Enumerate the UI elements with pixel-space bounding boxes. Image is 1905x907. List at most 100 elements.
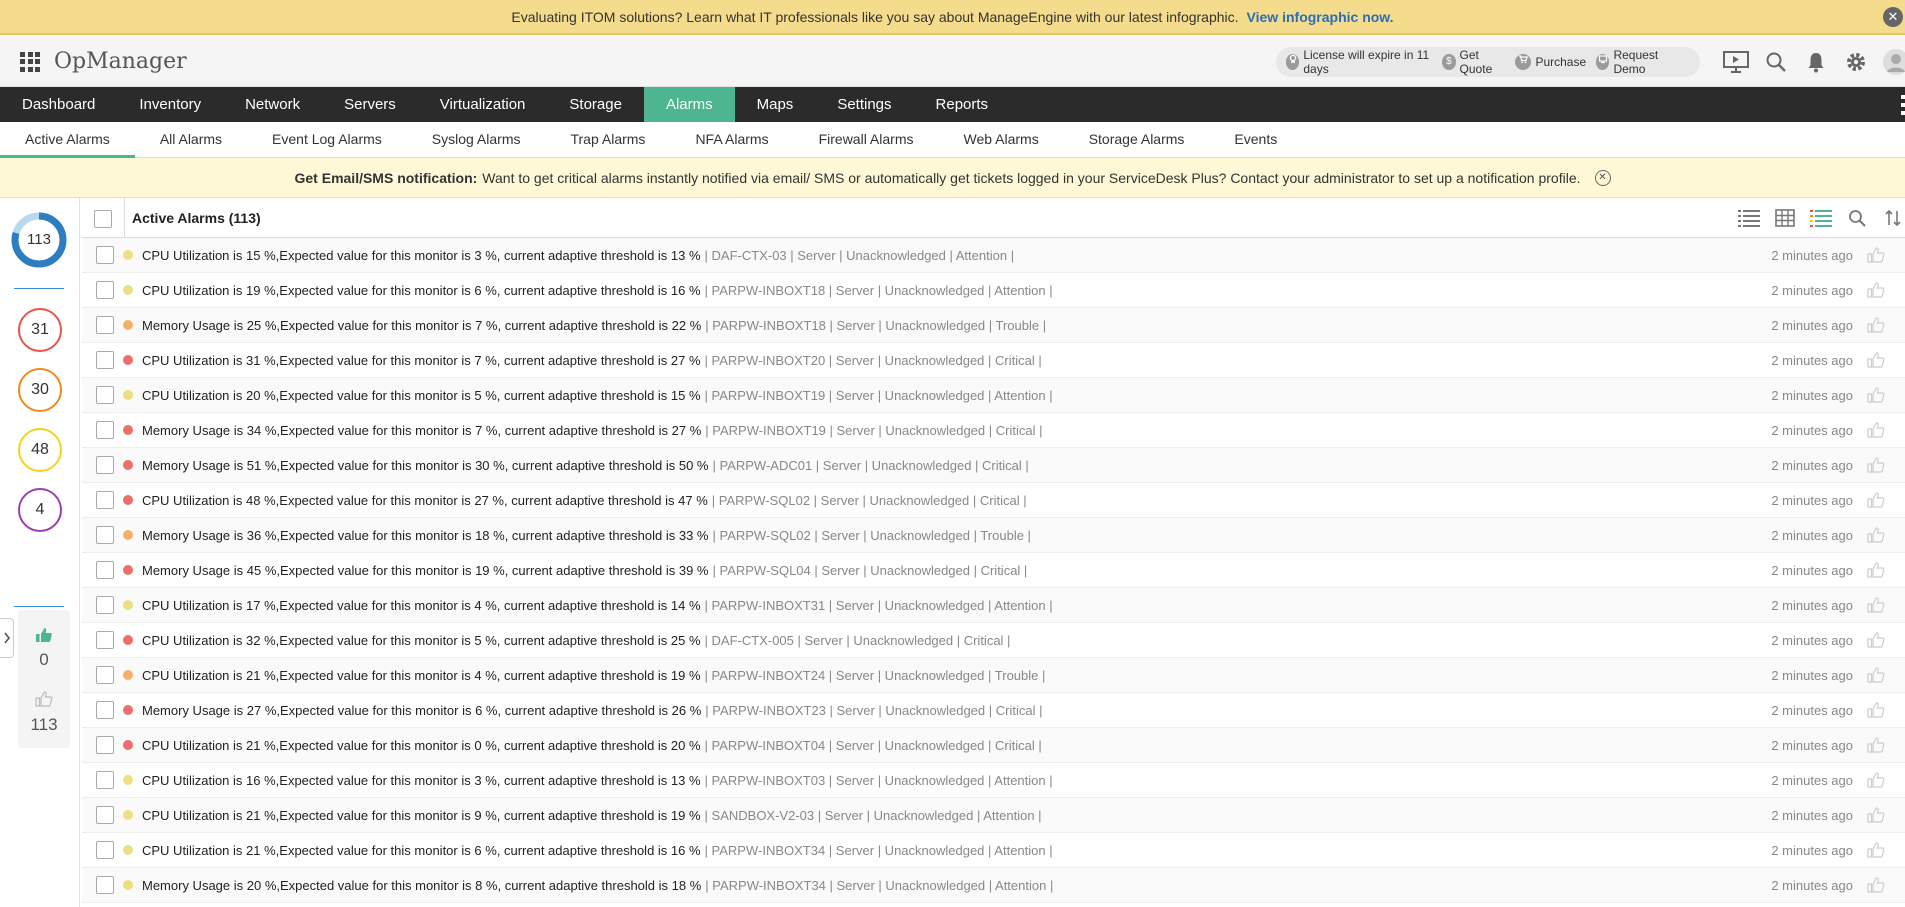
alarm-message[interactable]: CPU Utilization is 21 %,Expected value f…: [142, 808, 701, 823]
nav-inventory[interactable]: Inventory: [117, 87, 223, 122]
total-alarms-ring[interactable]: 113: [11, 212, 67, 268]
severity-trouble[interactable]: 30: [18, 368, 62, 412]
alarm-row[interactable]: Memory Usage is 45 %,Expected value for …: [82, 553, 1905, 588]
user-avatar[interactable]: [1880, 46, 1905, 78]
acknowledge-thumbs-up-icon[interactable]: [1867, 281, 1885, 299]
acknowledge-thumbs-up-icon[interactable]: [1867, 421, 1885, 439]
row-checkbox[interactable]: [96, 316, 114, 334]
gear-icon[interactable]: [1840, 46, 1872, 78]
promo-close-icon[interactable]: ✕: [1883, 7, 1903, 27]
nav-virtualization[interactable]: Virtualization: [418, 87, 548, 122]
row-checkbox[interactable]: [96, 281, 114, 299]
nav-reports[interactable]: Reports: [914, 87, 1011, 122]
alarm-message[interactable]: Memory Usage is 34 %,Expected value for …: [142, 423, 701, 438]
alarm-row[interactable]: CPU Utilization is 31 %,Expected value f…: [82, 343, 1905, 378]
tab-event-log-alarms[interactable]: Event Log Alarms: [247, 122, 407, 158]
acknowledge-thumbs-up-icon[interactable]: [1867, 491, 1885, 509]
expand-sidebar-icon[interactable]: [0, 618, 14, 658]
request-demo-button[interactable]: Request Demo: [1596, 48, 1680, 76]
thumbs-up-acknowledged-icon[interactable]: [35, 626, 53, 644]
alarm-row[interactable]: Memory Usage is 34 %,Expected value for …: [82, 413, 1905, 448]
alarm-message[interactable]: CPU Utilization is 16 %,Expected value f…: [142, 773, 701, 788]
search-icon[interactable]: [1845, 206, 1869, 230]
row-checkbox[interactable]: [96, 876, 114, 894]
row-checkbox[interactable]: [96, 736, 114, 754]
row-checkbox[interactable]: [96, 666, 114, 684]
alarm-row[interactable]: CPU Utilization is 21 %,Expected value f…: [82, 798, 1905, 833]
alarm-row[interactable]: CPU Utilization is 21 %,Expected value f…: [82, 728, 1905, 763]
alarm-row[interactable]: CPU Utilization is 17 %,Expected value f…: [82, 588, 1905, 623]
alarm-message[interactable]: Memory Usage is 51 %,Expected value for …: [142, 458, 709, 473]
grid-view-icon[interactable]: [1773, 206, 1797, 230]
severity-critical[interactable]: 31: [18, 308, 62, 352]
nav-maps[interactable]: Maps: [735, 87, 816, 122]
acknowledge-thumbs-up-icon[interactable]: [1867, 771, 1885, 789]
acknowledge-thumbs-up-icon[interactable]: [1867, 386, 1885, 404]
row-checkbox[interactable]: [96, 596, 114, 614]
presentation-icon[interactable]: [1720, 46, 1752, 78]
severity-attention[interactable]: 48: [18, 428, 62, 472]
alarm-row[interactable]: CPU Utilization is 19 %,Expected value f…: [82, 273, 1905, 308]
tab-active-alarms[interactable]: Active Alarms: [0, 122, 135, 158]
acknowledge-thumbs-up-icon[interactable]: [1867, 526, 1885, 544]
acknowledge-thumbs-up-icon[interactable]: [1867, 876, 1885, 894]
alarm-row[interactable]: Memory Usage is 20 %,Expected value for …: [82, 868, 1905, 903]
alarm-message[interactable]: Memory Usage is 27 %,Expected value for …: [142, 703, 701, 718]
nav-storage[interactable]: Storage: [547, 87, 644, 122]
sort-icon[interactable]: [1881, 206, 1905, 230]
row-checkbox[interactable]: [96, 526, 114, 544]
row-checkbox[interactable]: [96, 491, 114, 509]
search-icon[interactable]: [1760, 46, 1792, 78]
tab-nfa-alarms[interactable]: NFA Alarms: [670, 122, 793, 158]
alarm-message[interactable]: CPU Utilization is 15 %,Expected value f…: [142, 248, 701, 263]
alarm-message[interactable]: CPU Utilization is 21 %,Expected value f…: [142, 668, 701, 683]
row-checkbox[interactable]: [96, 421, 114, 439]
thumbs-up-unacknowledged-icon[interactable]: [35, 690, 53, 708]
alarm-message[interactable]: Memory Usage is 36 %,Expected value for …: [142, 528, 709, 543]
notification-close-icon[interactable]: ✕: [1594, 169, 1611, 186]
nav-servers[interactable]: Servers: [322, 87, 418, 122]
acknowledge-thumbs-up-icon[interactable]: [1867, 596, 1885, 614]
acknowledge-thumbs-up-icon[interactable]: [1867, 701, 1885, 719]
acknowledge-thumbs-up-icon[interactable]: [1867, 316, 1885, 334]
license-status[interactable]: License will expire in 11 days: [1286, 48, 1432, 76]
select-all-checkbox[interactable]: [94, 210, 112, 228]
alarm-row[interactable]: CPU Utilization is 20 %,Expected value f…: [82, 378, 1905, 413]
acknowledge-thumbs-up-icon[interactable]: [1867, 736, 1885, 754]
row-checkbox[interactable]: [96, 456, 114, 474]
acknowledge-thumbs-up-icon[interactable]: [1867, 456, 1885, 474]
acknowledge-thumbs-up-icon[interactable]: [1867, 351, 1885, 369]
alarm-row[interactable]: CPU Utilization is 15 %,Expected value f…: [82, 238, 1905, 273]
row-checkbox[interactable]: [96, 841, 114, 859]
alarm-message[interactable]: CPU Utilization is 17 %,Expected value f…: [142, 598, 701, 613]
tab-web-alarms[interactable]: Web Alarms: [938, 122, 1063, 158]
purchase-button[interactable]: Purchase: [1515, 54, 1586, 70]
acknowledge-thumbs-up-icon[interactable]: [1867, 631, 1885, 649]
alarm-message[interactable]: CPU Utilization is 20 %,Expected value f…: [142, 388, 701, 403]
tab-firewall-alarms[interactable]: Firewall Alarms: [794, 122, 939, 158]
alarm-message[interactable]: Memory Usage is 20 %,Expected value for …: [142, 878, 701, 893]
app-grid-icon[interactable]: [20, 51, 40, 72]
alarm-message[interactable]: CPU Utilization is 21 %,Expected value f…: [142, 738, 701, 753]
alarm-message[interactable]: CPU Utilization is 19 %,Expected value f…: [142, 283, 701, 298]
alarm-row[interactable]: Memory Usage is 36 %,Expected value for …: [82, 518, 1905, 553]
alarm-row[interactable]: Memory Usage is 51 %,Expected value for …: [82, 448, 1905, 483]
acknowledge-thumbs-up-icon[interactable]: [1867, 246, 1885, 264]
row-checkbox[interactable]: [96, 806, 114, 824]
acknowledge-thumbs-up-icon[interactable]: [1867, 561, 1885, 579]
acknowledge-thumbs-up-icon[interactable]: [1867, 806, 1885, 824]
alarm-row[interactable]: CPU Utilization is 21 %,Expected value f…: [82, 833, 1905, 868]
alarm-row[interactable]: CPU Utilization is 48 %,Expected value f…: [82, 483, 1905, 518]
severity-service-down[interactable]: 4: [18, 488, 62, 532]
alarm-message[interactable]: Memory Usage is 25 %,Expected value for …: [142, 318, 701, 333]
row-checkbox[interactable]: [96, 351, 114, 369]
alarm-message[interactable]: Memory Usage is 45 %,Expected value for …: [142, 563, 709, 578]
alarm-message[interactable]: CPU Utilization is 21 %,Expected value f…: [142, 843, 701, 858]
alarm-row[interactable]: Memory Usage is 25 %,Expected value for …: [82, 308, 1905, 343]
more-menu-icon[interactable]: [1901, 95, 1905, 115]
view-infographic-link[interactable]: View infographic now.: [1247, 9, 1394, 25]
list-view-icon[interactable]: [1737, 206, 1761, 230]
tab-trap-alarms[interactable]: Trap Alarms: [545, 122, 670, 158]
row-checkbox[interactable]: [96, 386, 114, 404]
nav-alarms[interactable]: Alarms: [643, 87, 735, 122]
